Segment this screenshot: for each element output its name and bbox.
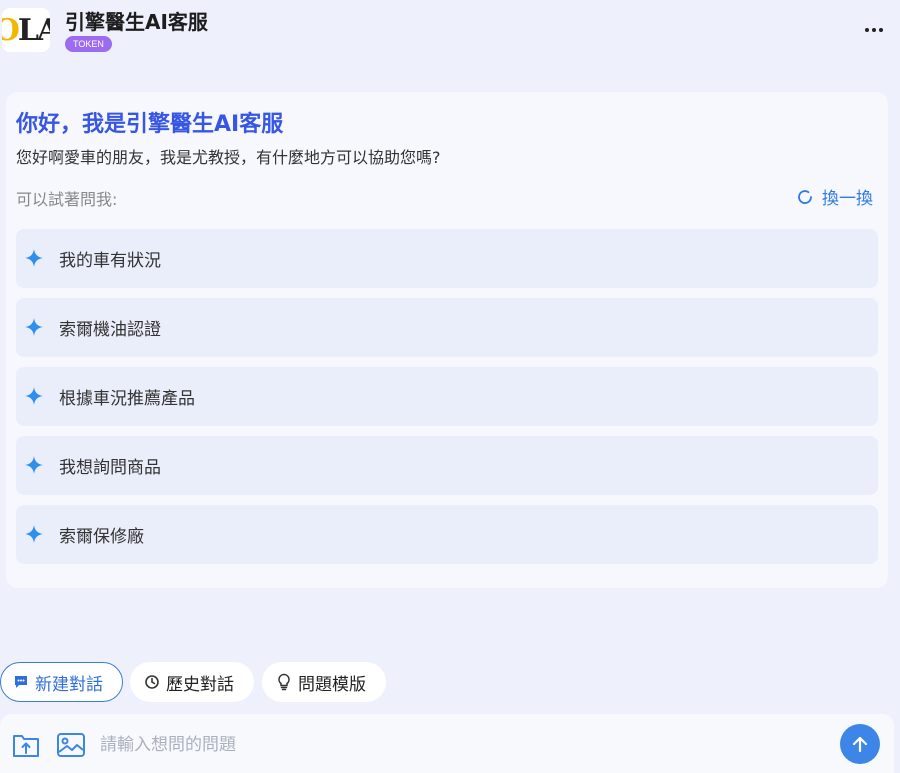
history-label: 歷史對話 (166, 674, 234, 695)
sparkle-icon (25, 456, 43, 474)
suggestion-item[interactable]: 根據車況推薦產品 (16, 367, 878, 426)
refresh-button[interactable]: 換一換 (796, 184, 873, 209)
hint-label: 可以試著問我: (16, 190, 118, 209)
suggestion-label: 索爾保修廠 (59, 527, 144, 547)
lightbulb-icon (278, 673, 290, 691)
suggestion-item[interactable]: 索爾機油認證 (16, 298, 878, 357)
send-button[interactable] (840, 724, 880, 764)
suggestion-label: 我想詢問商品 (59, 458, 161, 478)
welcome-card: 你好，我是引擎醫生AI客服 您好啊愛車的朋友，我是尤教授，有什麼地方可以協助您嗎… (6, 92, 888, 588)
refresh-label: 換一換 (822, 189, 873, 209)
suggestion-item[interactable]: 索爾保修廠 (16, 505, 878, 564)
history-button[interactable]: 歷史對話 (130, 662, 254, 702)
message-composer (0, 714, 894, 773)
suggestion-item[interactable]: 我的車有狀況 (16, 229, 878, 288)
templates-label: 問題模版 (298, 674, 366, 695)
message-input[interactable] (100, 730, 820, 760)
folder-upload-icon[interactable] (12, 732, 40, 758)
brand-logo: OLA (2, 8, 50, 52)
suggestion-item[interactable]: 我想詢問商品 (16, 436, 878, 495)
new-chat-label: 新建對話 (35, 674, 103, 695)
image-icon[interactable] (56, 732, 86, 758)
greeting-subtitle: 您好啊愛車的朋友，我是尤教授，有什麼地方可以協助您嗎? (16, 148, 441, 167)
sparkle-icon (25, 249, 43, 267)
suggestion-label: 索爾機油認證 (59, 320, 161, 340)
more-icon[interactable] (858, 18, 890, 42)
chat-bubble-icon (15, 676, 27, 688)
greeting-title: 你好，我是引擎醫生AI客服 (16, 112, 284, 137)
sparkle-icon (25, 387, 43, 405)
new-chat-button[interactable]: 新建對話 (0, 662, 123, 702)
refresh-icon (798, 189, 812, 204)
sparkle-icon (25, 525, 43, 543)
sparkle-icon (25, 318, 43, 336)
clock-icon (145, 675, 159, 689)
app-header: OLA 引擎醫生AI客服 TOKEN (0, 0, 900, 64)
app-title: 引擎醫生AI客服 (65, 10, 208, 34)
token-badge: TOKEN (65, 36, 112, 52)
suggestion-label: 我的車有狀況 (59, 251, 161, 271)
templates-button[interactable]: 問題模版 (262, 662, 386, 702)
suggestion-label: 根據車況推薦產品 (59, 389, 195, 409)
arrow-up-icon (852, 736, 868, 753)
